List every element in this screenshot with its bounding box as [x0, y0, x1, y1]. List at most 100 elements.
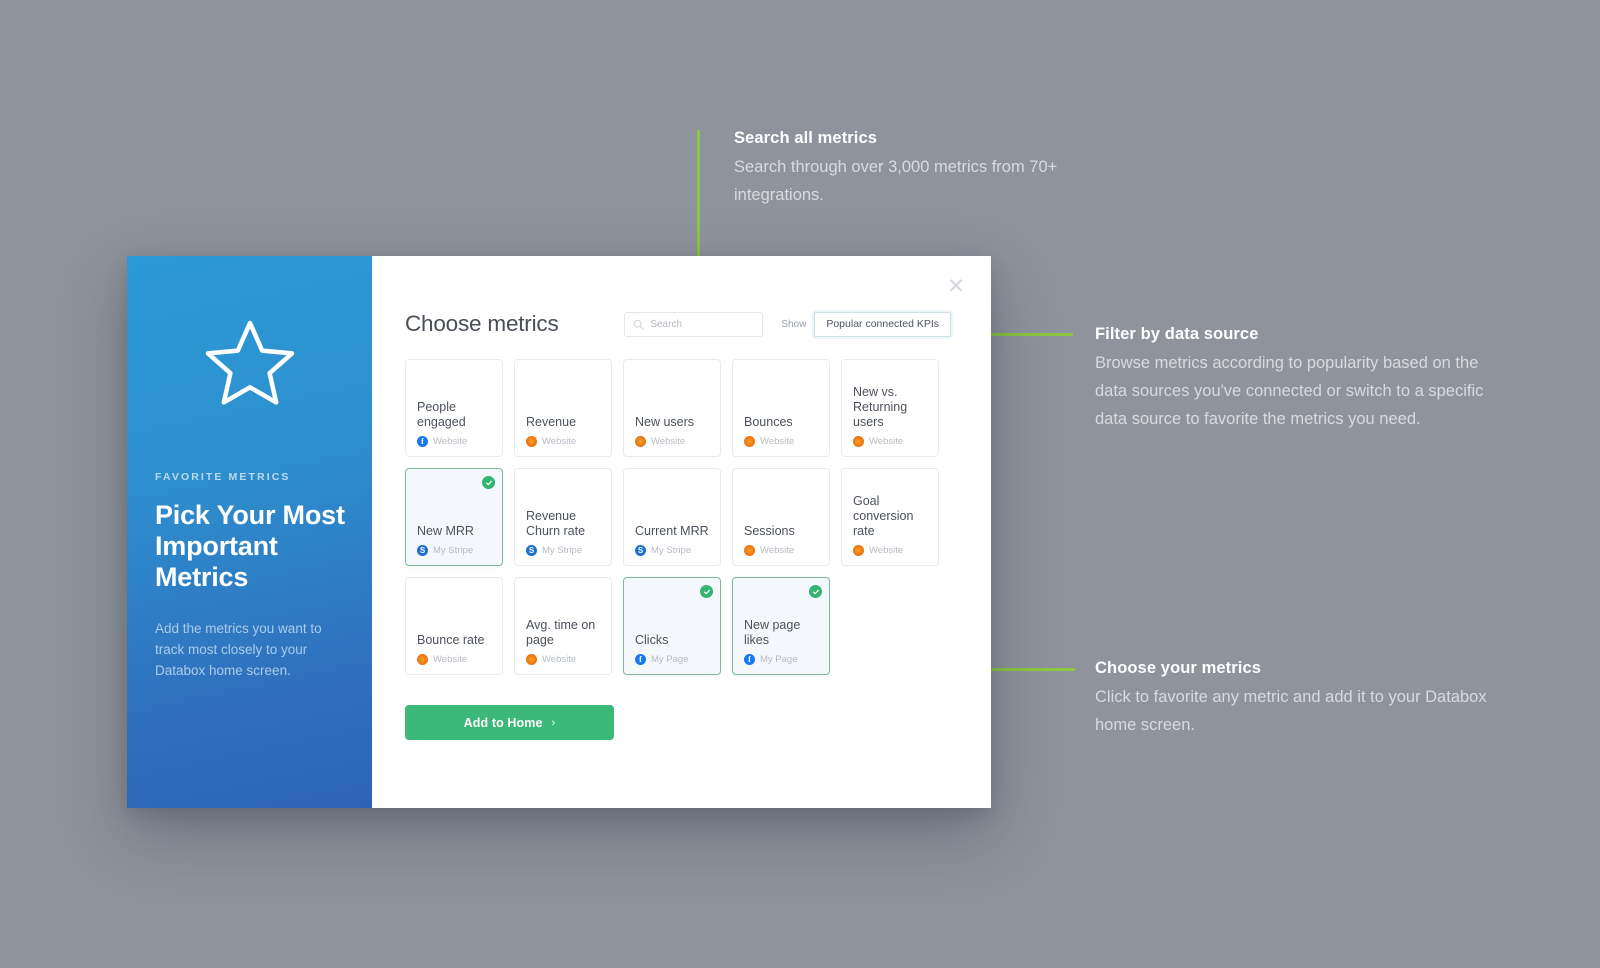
show-label: Show	[781, 318, 807, 330]
metric-card[interactable]: New vs. Returning users Website	[841, 359, 939, 457]
metric-card[interactable]: Avg. time on page Website	[514, 577, 612, 675]
close-icon[interactable]: ✕	[943, 274, 969, 300]
google-analytics-icon	[744, 436, 755, 447]
metric-card[interactable]: Current MRR My Stripe	[623, 468, 721, 566]
chevron-right-icon: ›	[551, 716, 556, 729]
add-to-home-button[interactable]: Add to Home ›	[405, 705, 614, 740]
data-source-filter[interactable]: Popular connected KPIs	[814, 311, 951, 337]
metric-card-source: Website	[417, 654, 492, 665]
check-icon	[700, 585, 713, 598]
metric-card-source: Website	[744, 436, 819, 447]
metric-card[interactable]: Revenue Website	[514, 359, 612, 457]
metric-card-source: Website	[853, 545, 928, 556]
metric-card-source-label: My Page	[760, 654, 798, 665]
google-analytics-icon	[526, 436, 537, 447]
metric-card[interactable]: People engaged Website	[405, 359, 503, 457]
google-analytics-icon	[526, 654, 537, 665]
metric-card-source-label: My Page	[651, 654, 689, 665]
metric-card-source: Website	[526, 436, 601, 447]
metric-card[interactable]: Clicks My Page	[623, 577, 721, 675]
modal-header: Choose metrics Search Show Popular conne…	[372, 256, 991, 337]
metric-card-title: Sessions	[744, 524, 795, 538]
metric-card-title: Bounces	[744, 415, 793, 429]
callout-heading: Filter by data source	[1095, 325, 1259, 343]
metric-card-source-label: Website	[869, 545, 904, 556]
metric-card-title: Bounce rate	[417, 633, 485, 647]
metric-card-title: Avg. time on page	[526, 618, 596, 647]
metric-card-title: New vs. Returning users	[853, 385, 908, 429]
metric-card[interactable]: Revenue Churn rate My Stripe	[514, 468, 612, 566]
google-analytics-icon	[744, 545, 755, 556]
metric-card-source-label: Website	[760, 545, 795, 556]
facebook-icon	[744, 654, 755, 665]
star-icon	[127, 318, 372, 410]
metric-card-source: My Page	[744, 654, 819, 665]
metric-card-title: New page likes	[744, 618, 801, 647]
metric-card-source: Website	[526, 654, 601, 665]
callout-heading: Search all metrics	[734, 129, 878, 147]
metric-card-source-label: Website	[542, 654, 577, 665]
metric-card[interactable]: New users Website	[623, 359, 721, 457]
modal-content: ✕ Choose metrics Search Show Popular con…	[372, 256, 991, 808]
metric-card-source-label: My Stripe	[651, 545, 692, 556]
callout-body: Search through over 3,000 metrics from 7…	[734, 158, 1058, 204]
callout-metrics: Choose your metrics Click to favorite an…	[1095, 659, 1495, 739]
metrics-grid: People engagedWebsiteRevenueWebsiteNew u…	[372, 337, 991, 675]
metric-card-source-label: Website	[433, 436, 468, 447]
choose-metrics-modal: FAVORITE METRICS Pick Your Most Importan…	[127, 256, 991, 808]
google-analytics-icon	[635, 436, 646, 447]
metric-card[interactable]: New page likes My Page	[732, 577, 830, 675]
panel-eyebrow: FAVORITE METRICS	[155, 471, 291, 483]
promo-panel: FAVORITE METRICS Pick Your Most Importan…	[127, 256, 372, 808]
metric-card-source-label: Website	[433, 654, 468, 665]
metric-card[interactable]: Bounce rate Website	[405, 577, 503, 675]
google-analytics-icon	[417, 654, 428, 665]
metric-card[interactable]: Sessions Website	[732, 468, 830, 566]
metric-card[interactable]: New MRR My Stripe	[405, 468, 503, 566]
metric-card-source: My Stripe	[417, 545, 492, 556]
google-analytics-icon	[853, 436, 864, 447]
modal-footer: Add to Home ›	[372, 675, 991, 740]
metric-card-title: People engaged	[417, 400, 466, 429]
metric-card-source-label: Website	[760, 436, 795, 447]
metric-card-title: New users	[635, 415, 695, 429]
callout-heading: Choose your metrics	[1095, 659, 1262, 677]
metric-card-title: Goal conversion rate	[853, 494, 914, 538]
panel-title: Pick Your Most Important Metrics	[155, 500, 345, 592]
callout-search: Search all metrics Search through over 3…	[734, 129, 1114, 209]
check-icon	[482, 476, 495, 489]
metric-card-title: New MRR	[417, 524, 474, 538]
metric-card-source: Website	[853, 436, 928, 447]
metric-card-source-label: Website	[651, 436, 686, 447]
metric-card-source: Website	[417, 436, 492, 447]
metric-card-source: My Stripe	[526, 545, 601, 556]
data-source-filter-value: Popular connected KPIs	[826, 318, 939, 330]
metric-card-source: My Page	[635, 654, 710, 665]
stripe-icon	[526, 545, 537, 556]
stripe-icon	[635, 545, 646, 556]
panel-subtitle: Add the metrics you want to track most c…	[155, 621, 322, 678]
facebook-icon	[635, 654, 646, 665]
check-icon	[809, 585, 822, 598]
search-icon	[634, 319, 644, 330]
metric-card-title: Clicks	[635, 633, 669, 647]
facebook-icon	[417, 436, 428, 447]
search-input[interactable]: Search	[624, 311, 764, 337]
metric-card-source: Website	[744, 545, 819, 556]
metric-card-source-label: My Stripe	[542, 545, 583, 556]
metric-card-source-label: Website	[542, 436, 577, 447]
stripe-icon	[417, 545, 428, 556]
metric-card-source: My Stripe	[635, 545, 710, 556]
search-placeholder: Search	[650, 318, 683, 330]
metric-card[interactable]: Goal conversion rate Website	[841, 468, 939, 566]
metric-card[interactable]: Bounces Website	[732, 359, 830, 457]
callout-filter: Filter by data source Browse metrics acc…	[1095, 325, 1495, 433]
callout-body: Click to favorite any metric and add it …	[1095, 688, 1487, 734]
page-title: Choose metrics	[405, 311, 559, 336]
metric-card-title: Current MRR	[635, 524, 709, 538]
metric-card-title: Revenue	[526, 415, 577, 429]
metric-card-source-label: My Stripe	[433, 545, 474, 556]
screenshot-stage: FAVORITE METRICS Pick Your Most Importan…	[0, 0, 1600, 968]
add-to-home-label: Add to Home	[463, 715, 543, 730]
metric-card-source: Website	[635, 436, 710, 447]
